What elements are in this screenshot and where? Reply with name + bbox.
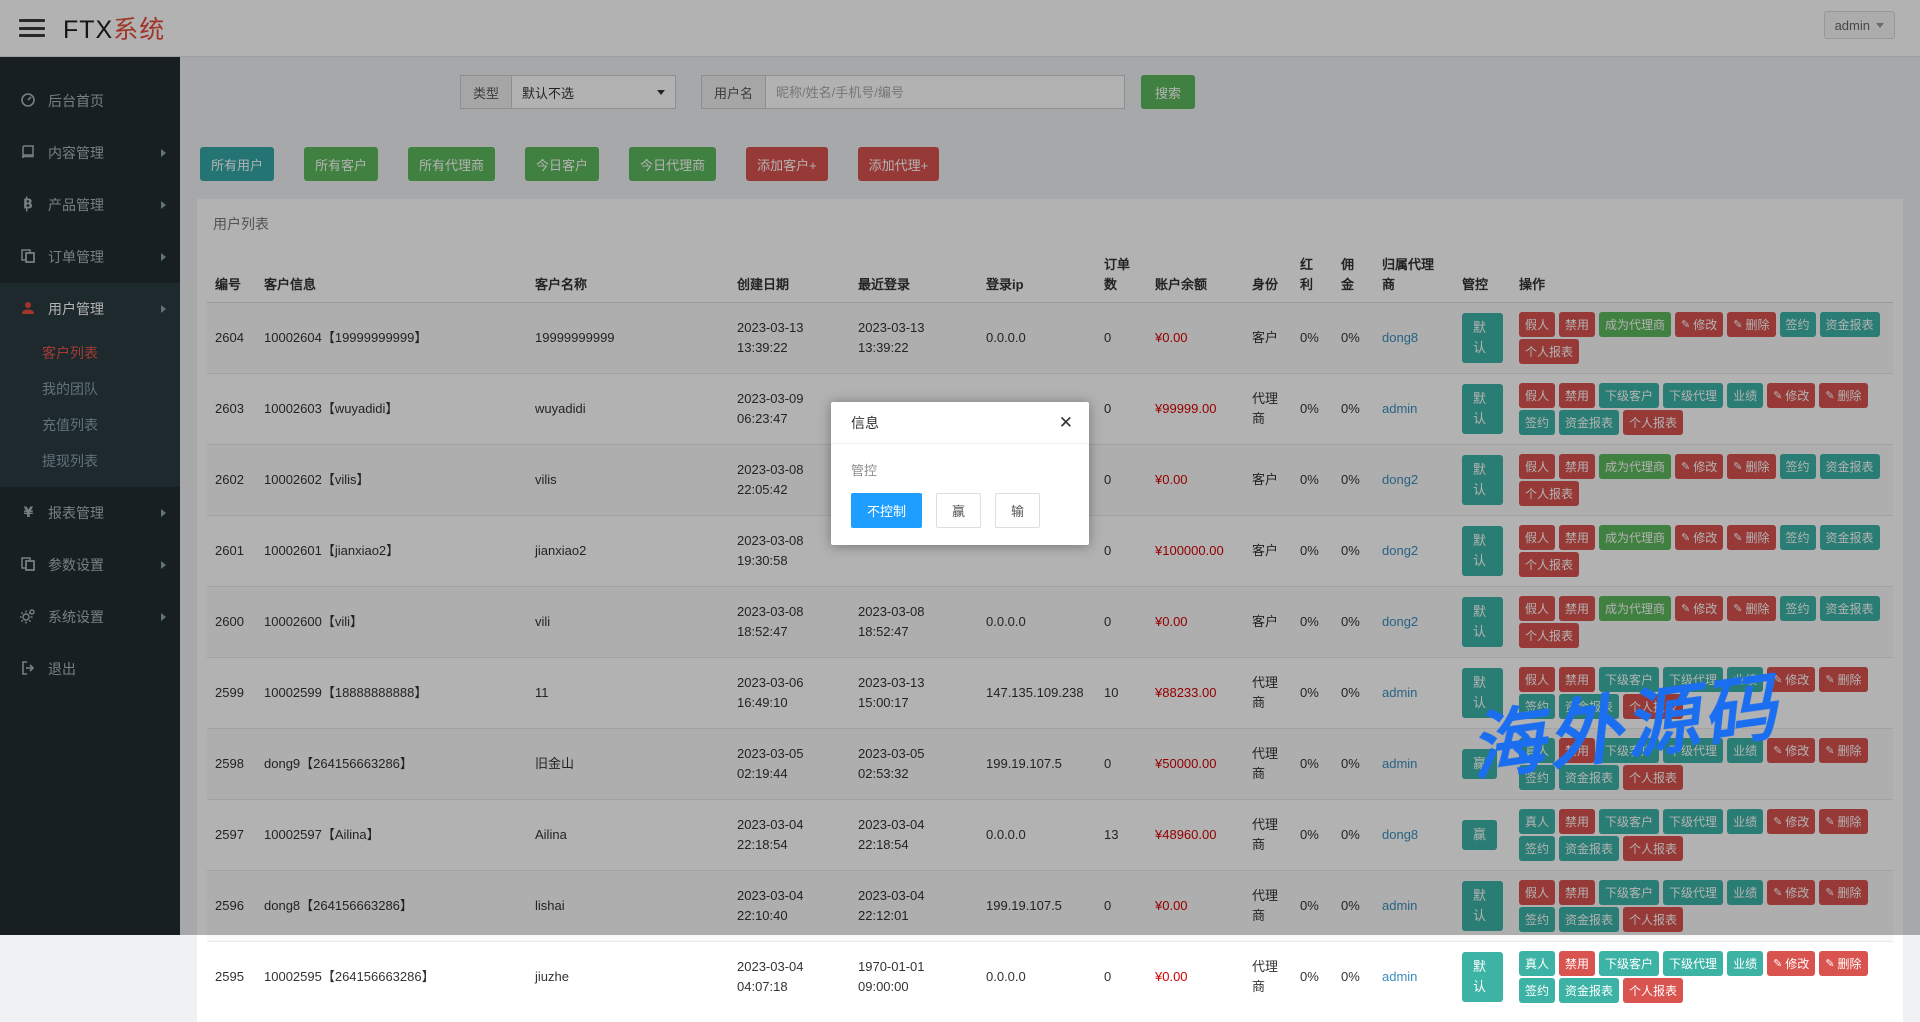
delete-button[interactable]: ✎ 删除 bbox=[1819, 951, 1867, 976]
date-line: 2023-03-04 bbox=[737, 957, 842, 977]
date-line: 1970-01-01 bbox=[858, 957, 970, 977]
pencil-icon: ✎ bbox=[1825, 957, 1834, 970]
no-control-button[interactable]: 不控制 bbox=[851, 493, 922, 528]
personal-report-button[interactable]: 个人报表 bbox=[1623, 978, 1683, 1003]
action-label: 删除 bbox=[1838, 955, 1862, 972]
performance-button[interactable]: 业绩 bbox=[1727, 951, 1763, 976]
action-label: 签约 bbox=[1525, 982, 1549, 999]
cell-id: 2595 bbox=[207, 942, 256, 1013]
action-label: 下级客户 bbox=[1605, 955, 1653, 972]
modal-header: 信息 ✕ bbox=[831, 402, 1089, 444]
cell-login-ip: 0.0.0.0 bbox=[978, 942, 1096, 1013]
close-icon[interactable]: ✕ bbox=[1059, 414, 1073, 431]
cell-agent: admin bbox=[1374, 942, 1454, 1013]
cell-created: 2023-03-0404:07:18 bbox=[729, 942, 850, 1013]
action-label: 下级代理 bbox=[1669, 955, 1717, 972]
modal-title: 信息 bbox=[851, 413, 879, 433]
cell-identity: 代理商 bbox=[1244, 942, 1292, 1013]
modal-buttons: 不控制 赢 输 bbox=[851, 493, 1069, 528]
action-line-1: 真人禁用下级客户下级代理业绩✎修改✎删除 bbox=[1519, 951, 1885, 976]
control-badge[interactable]: 默认 bbox=[1462, 952, 1503, 1002]
disable-button[interactable]: 禁用 bbox=[1559, 951, 1595, 976]
cell-order-count: 0 bbox=[1096, 942, 1147, 1013]
cell-last-login: 1970-01-0109:00:00 bbox=[850, 942, 978, 1013]
action-label: 资金报表 bbox=[1565, 982, 1613, 999]
sub-agents-button[interactable]: 下级代理 bbox=[1663, 951, 1723, 976]
lose-button[interactable]: 输 bbox=[995, 493, 1040, 528]
agent-link[interactable]: admin bbox=[1382, 969, 1417, 984]
info-modal: 信息 ✕ 管控 不控制 赢 输 bbox=[831, 402, 1089, 545]
sign-button[interactable]: 签约 bbox=[1519, 978, 1555, 1003]
cell-customer-name: jiuzhe bbox=[527, 942, 729, 1013]
action-label: 业绩 bbox=[1733, 955, 1757, 972]
cell-commission: 0% bbox=[1333, 942, 1374, 1013]
action-label: 修改 bbox=[1785, 955, 1809, 972]
action-line-2: 签约资金报表个人报表 bbox=[1519, 978, 1885, 1003]
real-user-button[interactable]: 真人 bbox=[1519, 951, 1555, 976]
date-line: 09:00:00 bbox=[858, 977, 970, 997]
cell-control: 默认 bbox=[1454, 942, 1511, 1013]
sub-customers-button[interactable]: 下级客户 bbox=[1599, 951, 1659, 976]
cell-customer-info: 10002595【264156663286】 bbox=[256, 942, 527, 1013]
table-row: 259510002595【264156663286】jiuzhe2023-03-… bbox=[207, 942, 1893, 1013]
win-button[interactable]: 赢 bbox=[936, 493, 981, 528]
cell-actions: 真人禁用下级客户下级代理业绩✎修改✎删除签约资金报表个人报表 bbox=[1511, 942, 1893, 1013]
edit-button[interactable]: ✎修改 bbox=[1767, 951, 1815, 976]
action-label: 真人 bbox=[1525, 955, 1549, 972]
action-label: 个人报表 bbox=[1629, 982, 1677, 999]
pencil-icon: ✎ bbox=[1773, 957, 1782, 970]
modal-control-label: 管控 bbox=[851, 460, 1069, 479]
action-label: 禁用 bbox=[1565, 955, 1589, 972]
funds-report-button[interactable]: 资金报表 bbox=[1559, 978, 1619, 1003]
cell-bonus: 0% bbox=[1292, 942, 1333, 1013]
date-line: 04:07:18 bbox=[737, 977, 842, 997]
cell-balance: ¥0.00 bbox=[1147, 942, 1244, 1013]
